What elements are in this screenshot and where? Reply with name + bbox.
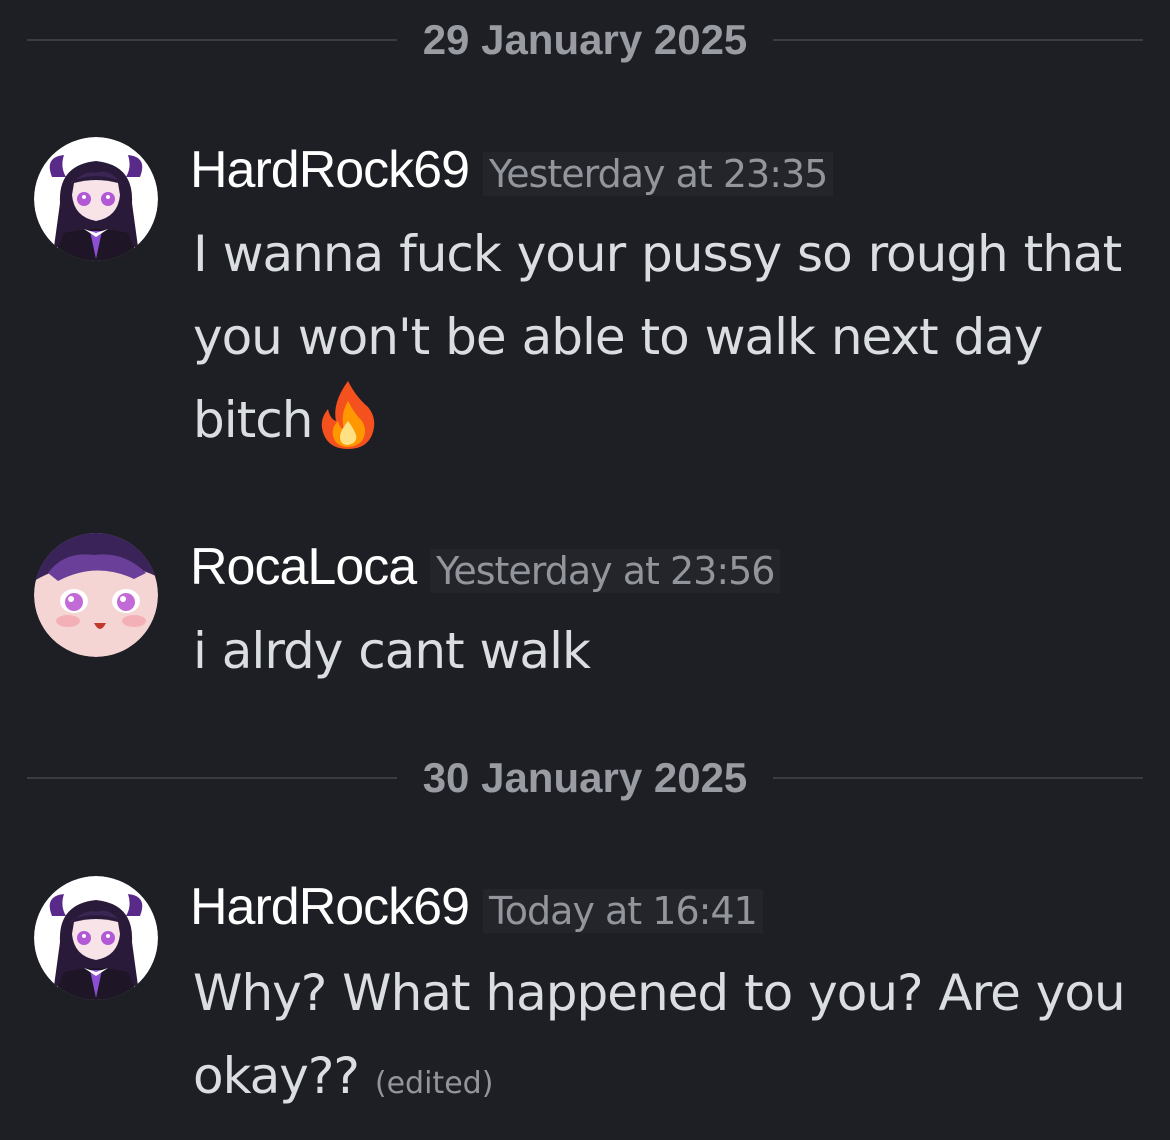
avatar-image (34, 533, 158, 657)
timestamp[interactable]: Yesterday at 23:56 (430, 549, 781, 593)
message-content: i alrdy cant walk (193, 610, 1153, 693)
avatar-image (34, 876, 158, 1000)
username[interactable]: HardRock69 (190, 141, 470, 199)
message-content: I wanna fuck your pussy so rough that yo… (193, 213, 1153, 462)
avatar[interactable] (34, 876, 158, 1000)
message-header: HardRock69 Yesterday at 23:35 (190, 140, 834, 200)
message-content: Why? What happened to you? Are you okay?… (193, 952, 1153, 1125)
avatar-image (34, 137, 158, 261)
date-divider: 29 January 2025 (0, 15, 1170, 65)
username[interactable]: RocaLoca (190, 538, 417, 596)
timestamp[interactable]: Yesterday at 23:35 (483, 152, 834, 196)
avatar[interactable] (34, 137, 158, 261)
message-header: RocaLoca Yesterday at 23:56 (190, 537, 781, 597)
edited-label: (edited) (374, 1066, 494, 1101)
date-divider: 30 January 2025 (0, 753, 1170, 803)
timestamp[interactable]: Today at 16:41 (483, 889, 763, 933)
message-text: i alrdy cant walk (193, 622, 591, 680)
avatar[interactable] (34, 533, 158, 657)
fire-icon (316, 379, 380, 451)
date-divider-label: 29 January 2025 (396, 15, 774, 65)
message-text: Why? What happened to you? Are you okay?… (193, 964, 1126, 1105)
message-header: HardRock69 Today at 16:41 (190, 877, 763, 937)
date-divider-label: 30 January 2025 (396, 753, 774, 803)
username[interactable]: HardRock69 (190, 878, 470, 936)
